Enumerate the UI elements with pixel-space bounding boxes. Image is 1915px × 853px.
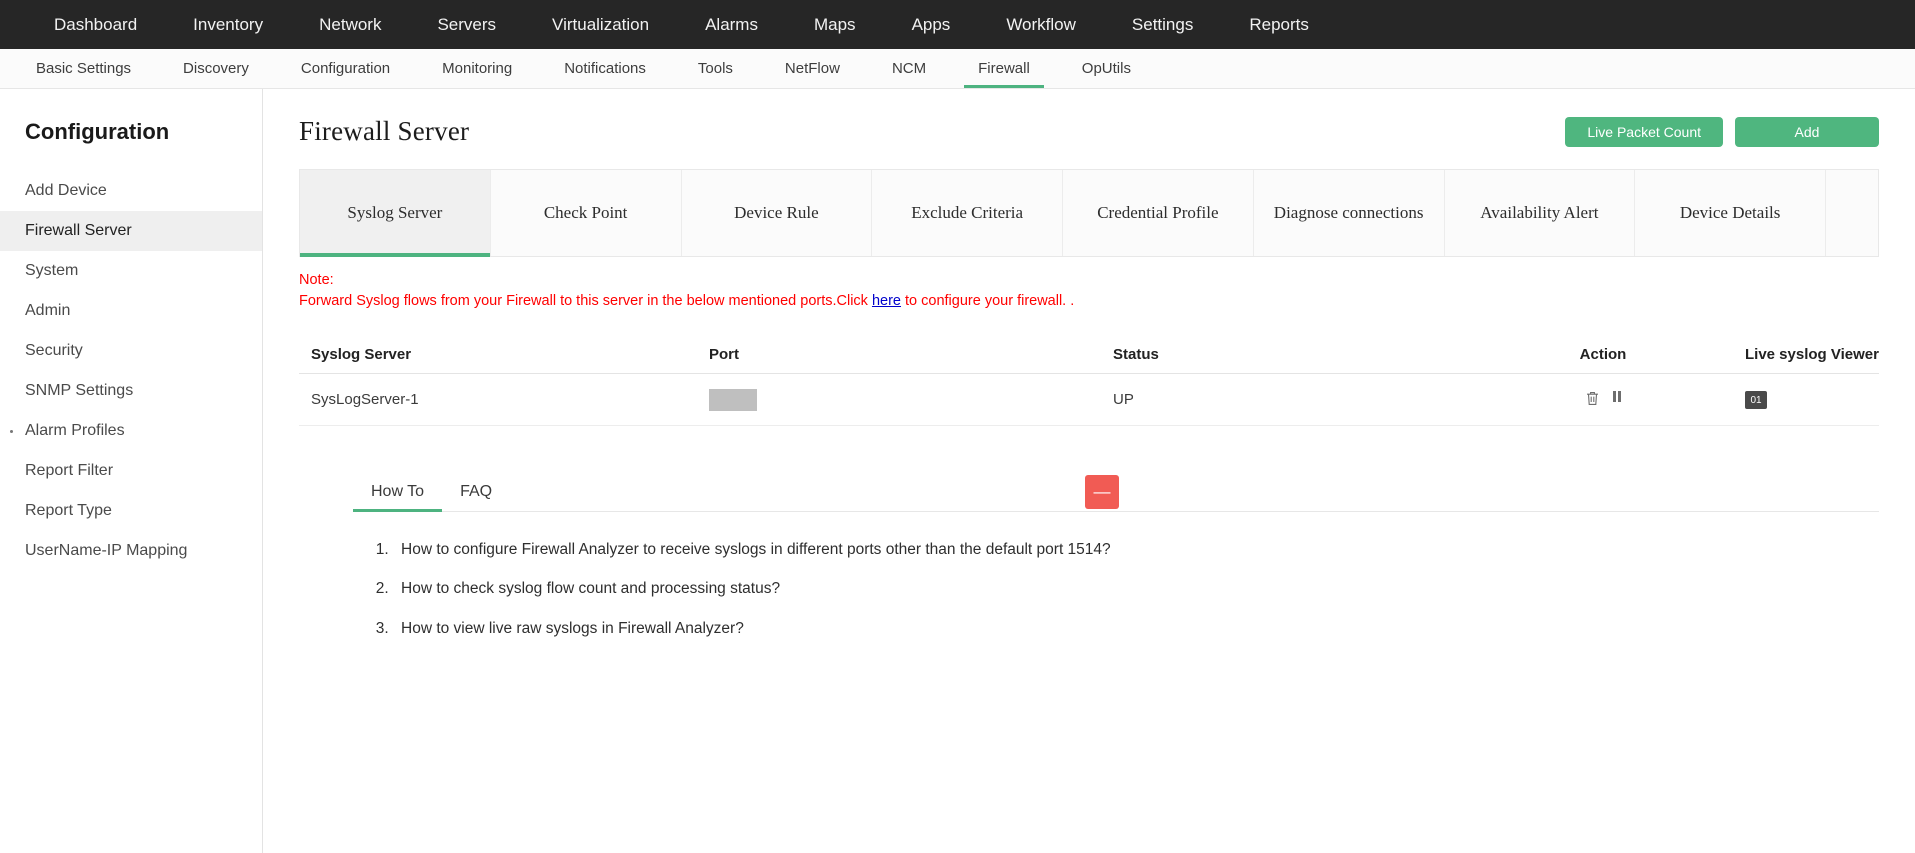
sidebar-item-label: Report Type	[25, 502, 112, 520]
sidebar-item-username-ip-mapping[interactable]: UserName-IP Mapping	[0, 531, 262, 571]
sidebar-item-label: System	[25, 262, 78, 280]
redacted-port-value	[709, 389, 757, 411]
page-header: Firewall Server Live Packet Count Add	[299, 89, 1879, 169]
column-header-port: Port	[709, 346, 1113, 363]
tab-device-rule[interactable]: Device Rule	[682, 170, 873, 256]
list-item[interactable]: How to view live raw syslogs in Firewall…	[393, 617, 1133, 640]
cell-syslog-server-name: SysLogServer-1	[299, 391, 709, 408]
cell-live-syslog-viewer: 01	[1689, 390, 1879, 410]
topnav-item-maps[interactable]: Maps	[786, 0, 884, 49]
tab-syslog-server[interactable]: Syslog Server	[300, 170, 491, 256]
subnav-item-firewall[interactable]: Firewall	[952, 49, 1056, 88]
topnav-item-reports[interactable]: Reports	[1221, 0, 1337, 49]
subnav-item-basic-settings[interactable]: Basic Settings	[10, 49, 157, 88]
subnav-item-monitoring[interactable]: Monitoring	[416, 49, 538, 88]
sidebar-item-label: Firewall Server	[25, 222, 132, 240]
sidebar-item-label: Admin	[25, 302, 70, 320]
subnav-item-configuration[interactable]: Configuration	[275, 49, 416, 88]
sidebar-item-label: Alarm Profiles	[25, 422, 125, 440]
subnav-item-netflow[interactable]: NetFlow	[759, 49, 866, 88]
sidebar-item-label: Report Filter	[25, 462, 113, 480]
column-header-action: Action	[1517, 346, 1689, 363]
topnav-item-servers[interactable]: Servers	[409, 0, 524, 49]
note-text-before: Forward Syslog flows from your Firewall …	[299, 293, 872, 309]
sidebar-item-label: Add Device	[25, 182, 107, 200]
list-item[interactable]: How to configure Firewall Analyzer to re…	[393, 538, 1133, 561]
list-item[interactable]: How to check syslog flow count and proce…	[393, 577, 1133, 600]
table-header-row: Syslog Server Port Status Action Live sy…	[299, 336, 1879, 374]
sidebar-item-alarm-profiles[interactable]: Alarm Profiles	[0, 411, 262, 451]
tab-diagnose-connections[interactable]: Diagnose connections	[1254, 170, 1445, 256]
howto-panel: How To FAQ — How to configure Firewall A…	[299, 470, 1879, 640]
topnav-item-alarms[interactable]: Alarms	[677, 0, 786, 49]
main-content: Firewall Server Live Packet Count Add Sy…	[263, 89, 1915, 853]
topnav-item-dashboard[interactable]: Dashboard	[26, 0, 165, 49]
tab-check-point[interactable]: Check Point	[491, 170, 682, 256]
page-header-actions: Live Packet Count Add	[1565, 117, 1879, 147]
table-row: SysLogServer-1 UP	[299, 374, 1879, 426]
subnav-item-notifications[interactable]: Notifications	[538, 49, 672, 88]
action-icon-group	[1517, 391, 1689, 409]
topnav-item-apps[interactable]: Apps	[884, 0, 979, 49]
sidebar-item-report-type[interactable]: Report Type	[0, 491, 262, 531]
sidebar-item-report-filter[interactable]: Report Filter	[0, 451, 262, 491]
column-header-syslog-server: Syslog Server	[299, 346, 709, 363]
live-packet-count-button[interactable]: Live Packet Count	[1565, 117, 1723, 147]
top-navigation-bar: Dashboard Inventory Network Servers Virt…	[0, 0, 1915, 49]
sidebar-item-snmp-settings[interactable]: SNMP Settings	[0, 371, 262, 411]
subnav-item-discovery[interactable]: Discovery	[157, 49, 275, 88]
subnav-item-oputils[interactable]: OpUtils	[1056, 49, 1157, 88]
bullet-icon	[10, 430, 13, 433]
syslog-server-table: Syslog Server Port Status Action Live sy…	[299, 336, 1879, 426]
note-label: Note:	[299, 270, 1879, 291]
add-button[interactable]: Add	[1735, 117, 1879, 147]
cell-action	[1517, 391, 1689, 409]
cell-status: UP	[1113, 391, 1517, 408]
note-block: Note: Forward Syslog flows from your Fir…	[299, 257, 1879, 312]
page-title: Firewall Server	[299, 116, 469, 147]
tab-how-to[interactable]: How To	[353, 483, 442, 511]
tab-availability-alert[interactable]: Availability Alert	[1445, 170, 1636, 256]
sidebar-item-label: UserName-IP Mapping	[25, 542, 187, 560]
sidebar-item-firewall-server[interactable]: Firewall Server	[0, 211, 262, 251]
binary-log-viewer-icon[interactable]: 01	[1745, 391, 1767, 409]
sub-navigation-bar: Basic Settings Discovery Configuration M…	[0, 49, 1915, 89]
tab-faq[interactable]: FAQ	[442, 483, 510, 511]
column-header-live-syslog-viewer: Live syslog Viewer	[1689, 346, 1879, 363]
note-text-after: to configure your firewall. .	[901, 293, 1074, 309]
note-here-link[interactable]: here	[872, 293, 901, 309]
tab-strip: Syslog Server Check Point Device Rule Ex…	[299, 169, 1879, 257]
topnav-item-network[interactable]: Network	[291, 0, 409, 49]
topnav-item-virtualization[interactable]: Virtualization	[524, 0, 677, 49]
sidebar-item-label: SNMP Settings	[25, 382, 133, 400]
tab-exclude-criteria[interactable]: Exclude Criteria	[872, 170, 1063, 256]
sidebar-item-system[interactable]: System	[0, 251, 262, 291]
topnav-item-workflow[interactable]: Workflow	[978, 0, 1104, 49]
topnav-item-inventory[interactable]: Inventory	[165, 0, 291, 49]
sidebar: Configuration Add Device Firewall Server…	[0, 89, 263, 853]
tab-device-details[interactable]: Device Details	[1635, 170, 1826, 256]
howto-tab-strip: How To FAQ —	[353, 470, 1879, 512]
howto-list: How to configure Firewall Analyzer to re…	[393, 538, 1879, 640]
sidebar-item-add-device[interactable]: Add Device	[0, 171, 262, 211]
trash-icon[interactable]	[1586, 391, 1599, 409]
column-header-status: Status	[1113, 346, 1517, 363]
sidebar-item-admin[interactable]: Admin	[0, 291, 262, 331]
sidebar-item-label: Security	[25, 342, 83, 360]
collapse-panel-button[interactable]: —	[1085, 475, 1119, 509]
topnav-item-settings[interactable]: Settings	[1104, 0, 1221, 49]
subnav-item-ncm[interactable]: NCM	[866, 49, 952, 88]
cell-port	[709, 389, 1113, 411]
note-text: Forward Syslog flows from your Firewall …	[299, 291, 1879, 312]
sidebar-title: Configuration	[0, 111, 262, 171]
sidebar-item-security[interactable]: Security	[0, 331, 262, 371]
tab-credential-profile[interactable]: Credential Profile	[1063, 170, 1254, 256]
tab-strip-spacer	[1826, 170, 1878, 256]
subnav-item-tools[interactable]: Tools	[672, 49, 759, 88]
pause-icon[interactable]	[1613, 391, 1621, 409]
